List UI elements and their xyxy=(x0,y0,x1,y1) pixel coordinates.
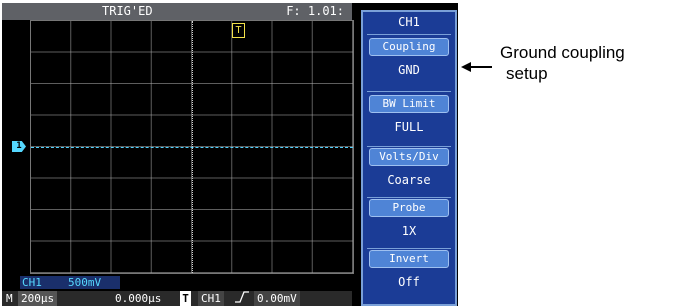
ch1-ground-trace xyxy=(31,147,353,148)
trigger-source: CH1 xyxy=(198,291,224,306)
ch1-scale-volts: 500mV xyxy=(68,276,102,289)
bw-limit-label: BW Limit xyxy=(369,95,449,113)
trigger-level: 0.00mV xyxy=(254,291,300,306)
menu-divider xyxy=(367,248,451,249)
arrow-line xyxy=(466,66,492,68)
trigger-status: TRIG'ED xyxy=(102,4,153,18)
ch1-scale-readout: CH1 500mV xyxy=(20,276,120,289)
volts-div-label: Volts/Div xyxy=(369,148,449,166)
menu-divider xyxy=(367,34,451,35)
rising-edge-icon xyxy=(234,291,250,306)
menu-divider xyxy=(367,197,451,198)
annotation-callout: Ground coupling setup xyxy=(500,42,625,84)
invert-label: Invert xyxy=(369,250,449,268)
probe-label: Probe xyxy=(369,199,449,217)
menu-divider xyxy=(367,91,451,92)
timebase-value: 200µs xyxy=(18,291,58,306)
menu-title: CH1 xyxy=(398,15,420,29)
menu-item-bw-limit[interactable]: BW Limit FULL xyxy=(369,95,449,134)
timebase-bar: M 200µs 0.000µs T CH1 0.00mV xyxy=(2,291,352,306)
probe-value: 1X xyxy=(401,224,417,238)
coupling-label: Coupling xyxy=(369,38,449,56)
horizontal-position: 0.000µs xyxy=(115,292,162,305)
ch1-scale-channel: CH1 xyxy=(22,276,42,289)
invert-value: Off xyxy=(398,275,420,289)
status-bar: TRIG'ED F: 1.01: xyxy=(2,3,352,20)
menu-item-volts-div[interactable]: Volts/Div Coarse xyxy=(369,148,449,187)
frequency-readout: F: 1.01: xyxy=(286,4,344,18)
annotation-line-1: Ground coupling xyxy=(500,43,625,62)
trigger-position-marker-icon[interactable]: T xyxy=(232,23,245,38)
volts-div-value: Coarse xyxy=(387,173,431,187)
main-timebase-label: M xyxy=(6,292,13,305)
ch1-side-menu: CH1 Coupling GND BW Limit FULL Volts/Div… xyxy=(361,10,457,306)
coupling-value: GND xyxy=(398,63,420,77)
menu-divider xyxy=(367,146,451,147)
trigger-icon: T xyxy=(180,291,191,306)
waveform-grid xyxy=(30,20,354,274)
bw-limit-value: FULL xyxy=(394,120,424,134)
ch1-level-marker-icon[interactable]: 1 xyxy=(12,141,26,152)
menu-item-coupling[interactable]: Coupling GND xyxy=(369,38,449,77)
menu-item-probe[interactable]: Probe 1X xyxy=(369,199,449,238)
annotation-line-2: setup xyxy=(506,64,548,83)
menu-item-invert[interactable]: Invert Off xyxy=(369,250,449,289)
